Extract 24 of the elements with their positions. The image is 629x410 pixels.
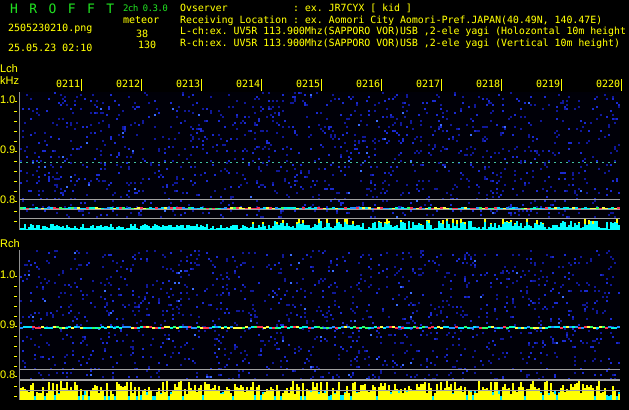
time-label: 0214: [236, 79, 262, 91]
time-label: 0217: [416, 79, 442, 91]
time-label: 0215: [296, 79, 322, 91]
app-name: H R O F F T: [10, 2, 117, 17]
date-time: 25.05.23 02:10: [8, 43, 94, 55]
station-info: Receiving Location : ex. Aomori City Aomori-Pref.JAPAN(40.49N, 140.47E): [180, 14, 604, 26]
station-info: L-ch:ex. UV5R 113.900Mhz(SAPPORO VOR)USB ,2-ele yagi (Holozontal 10m height: [180, 26, 626, 38]
time-label: 0220: [596, 79, 622, 91]
app-version: 2ch 0.3.0: [123, 3, 168, 15]
time-label: 0213: [176, 79, 202, 91]
channel-label: Rch: [0, 238, 20, 250]
time-label: 0211: [56, 79, 82, 91]
station-info: R-ch:ex. UV5R 113.900Mhz(SAPPORO VOR)USB ,2-ele yagi (Vertical 10m height): [180, 38, 621, 50]
channel-label: Lch: [0, 63, 19, 75]
unit-label: kHz: [0, 75, 19, 87]
file-name: 2505230210.png: [8, 23, 94, 35]
time-label: 0219: [536, 79, 562, 91]
station-info: Ovserver : ex. JR7CYX [ kid ]: [180, 3, 413, 15]
meteor-count: 130: [136, 40, 156, 51]
time-label: 0216: [356, 79, 382, 91]
time-label: 0218: [476, 79, 502, 91]
time-label: 0212: [116, 79, 142, 91]
meteor-label: meteor: [123, 15, 160, 26]
meteor-count: 38: [134, 29, 148, 40]
